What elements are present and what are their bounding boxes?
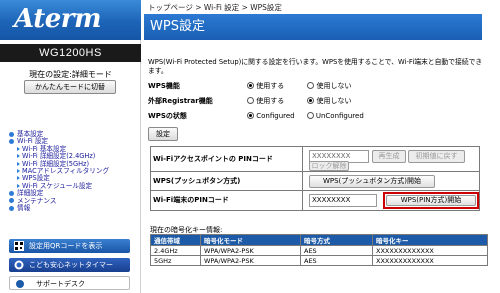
bullet-icon [9,138,14,144]
qr-code-icon [14,241,24,251]
state-unconfigured-option[interactable]: UnConfigured [306,111,364,121]
apply-settings-button[interactable]: 設定 [148,127,178,141]
arrow-bullet-icon [17,154,20,159]
current-mode-label: 現在の設定:詳細モード [29,70,112,79]
reset-default-button[interactable]: 初期値に戻す [408,150,465,163]
support-button-label: サポートデスク [36,280,85,288]
client-pin-row: Wi-Fi端末のPINコード XXXXXXXX WPS(PIN方式)開始 [151,191,479,210]
cell-key: XXXXXXXXXXXXX [372,245,488,256]
header-encryption-mode: 暗号化モード [200,234,301,246]
wps-pin-start-button[interactable]: WPS(PIN方式)開始 [386,195,476,206]
header-key: 暗号化キー [372,234,488,246]
kids-timer-icon [14,260,24,270]
logo-banner: Aterm [0,0,141,40]
wps-pin-highlight: WPS(PIN方式)開始 [383,192,479,209]
header-band: 通信帯域 [150,234,201,246]
bullet-icon [9,198,14,204]
table-row: 2.4GHz WPA/WPA2-PSK AES XXXXXXXXXXXXX [150,245,488,256]
nav-item-info[interactable]: 情報 [9,204,109,212]
registrar-disable-option[interactable]: 使用しない [307,96,351,106]
ap-pin-label: Wi-Fiアクセスポイントの PINコード [151,147,303,172]
state-configured-option[interactable]: Configured [247,111,295,121]
arrow-bullet-icon [17,169,20,174]
radio-unchecked-icon[interactable] [306,112,314,119]
arrow-bullet-icon [17,176,20,181]
arrow-bullet-icon [17,146,20,151]
wps-disable-option[interactable]: 使用しない [307,81,351,91]
registrar-row: 外部Registrar機能 使用する 使用しない [148,96,361,106]
cell-mode: WPA/WPA2-PSK [200,245,301,256]
client-pin-label: Wi-Fi端末のPINコード [151,191,303,210]
show-qr-code-button[interactable]: 設定用QRコードを表示 [9,239,130,253]
wps-push-start-button[interactable]: WPS(プッシュボタン方式)開始 [309,175,435,188]
unlock-button[interactable]: ロック解除 [309,161,349,171]
switch-easy-mode-button[interactable]: かんたんモードに切替 [24,80,116,94]
arrow-bullet-icon [17,183,20,188]
model-name: WG1200HS [0,44,141,62]
radio-checked-icon[interactable] [307,97,315,104]
push-button-row: WPS(プッシュボタン方式) WPS(プッシュボタン方式)開始 [151,172,479,191]
cell-cipher: AES [300,245,373,256]
bullet-icon [9,190,14,196]
cell-band: 5GHz [150,255,201,266]
radio-checked-icon[interactable] [247,112,255,119]
bullet-icon [9,131,14,137]
support-desk-button[interactable]: サポートデスク [9,276,130,290]
encryption-table: 通信帯域 暗号化モード 暗号方式 暗号化キー 2.4GHz WPA/WPA2-P… [150,234,488,266]
qr-button-label: 設定用QRコードを表示 [29,242,103,250]
arrow-bullet-icon [17,161,20,166]
cell-band: 2.4GHz [150,245,201,256]
wps-enable-option[interactable]: 使用する [247,81,295,91]
wps-table: Wi-Fiアクセスポイントの PINコード XXXXXXXX 再生成 初期値に戻… [150,146,480,211]
page-description: WPS(Wi-Fi Protected Setup)に関する設定を行います。WP… [148,58,483,75]
cell-mode: WPA/WPA2-PSK [200,255,301,266]
cell-key: XXXXXXXXXXXXX [372,255,488,266]
sidebar: Aterm WG1200HS 現在の設定:詳細モード かんたんモードに切替 基本… [0,0,141,293]
client-pin-input[interactable]: XXXXXXXX [309,194,377,207]
wps-function-row: WPS機能 使用する 使用しない [148,81,361,91]
registrar-enable-option[interactable]: 使用する [247,96,295,106]
support-icon [16,280,24,288]
registrar-label: 外部Registrar機能 [148,97,213,105]
aterm-logo: Aterm [14,4,101,34]
regenerate-button[interactable]: 再生成 [372,150,406,163]
kids-net-timer-button[interactable]: こども安心ネットタイマー [9,258,130,272]
page-title: WPS設定 [144,14,482,40]
kids-button-label: こども安心ネットタイマー [29,261,113,269]
sidebar-nav: 基本設定 Wi-Fi 設定 Wi-Fi 基本設定 Wi-Fi 詳細設定(2.4G… [9,130,109,212]
breadcrumb[interactable]: トップページ > Wi-Fi 設定 > WPS設定 [148,2,282,13]
radio-checked-icon[interactable] [247,82,255,89]
table-header-row: 通信帯域 暗号化モード 暗号方式 暗号化キー [150,234,488,246]
ap-pin-row: Wi-Fiアクセスポイントの PINコード XXXXXXXX 再生成 初期値に戻… [151,147,479,172]
table-row: 5GHz WPA/WPA2-PSK AES XXXXXXXXXXXXX [150,255,488,266]
wps-state-label: WPSの状態 [148,112,187,120]
wps-state-row: WPSの状態 Configured UnConfigured [148,111,374,121]
header-cipher: 暗号方式 [300,234,373,246]
cell-cipher: AES [300,255,373,266]
main-content: トップページ > Wi-Fi 設定 > WPS設定 WPS設定 WPS(Wi-F… [142,0,500,293]
push-button-label: WPS(プッシュボタン方式) [151,172,303,191]
radio-unchecked-icon[interactable] [247,97,255,104]
radio-unchecked-icon[interactable] [307,82,315,89]
bullet-icon [9,205,14,211]
wps-function-label: WPS機能 [148,82,180,90]
